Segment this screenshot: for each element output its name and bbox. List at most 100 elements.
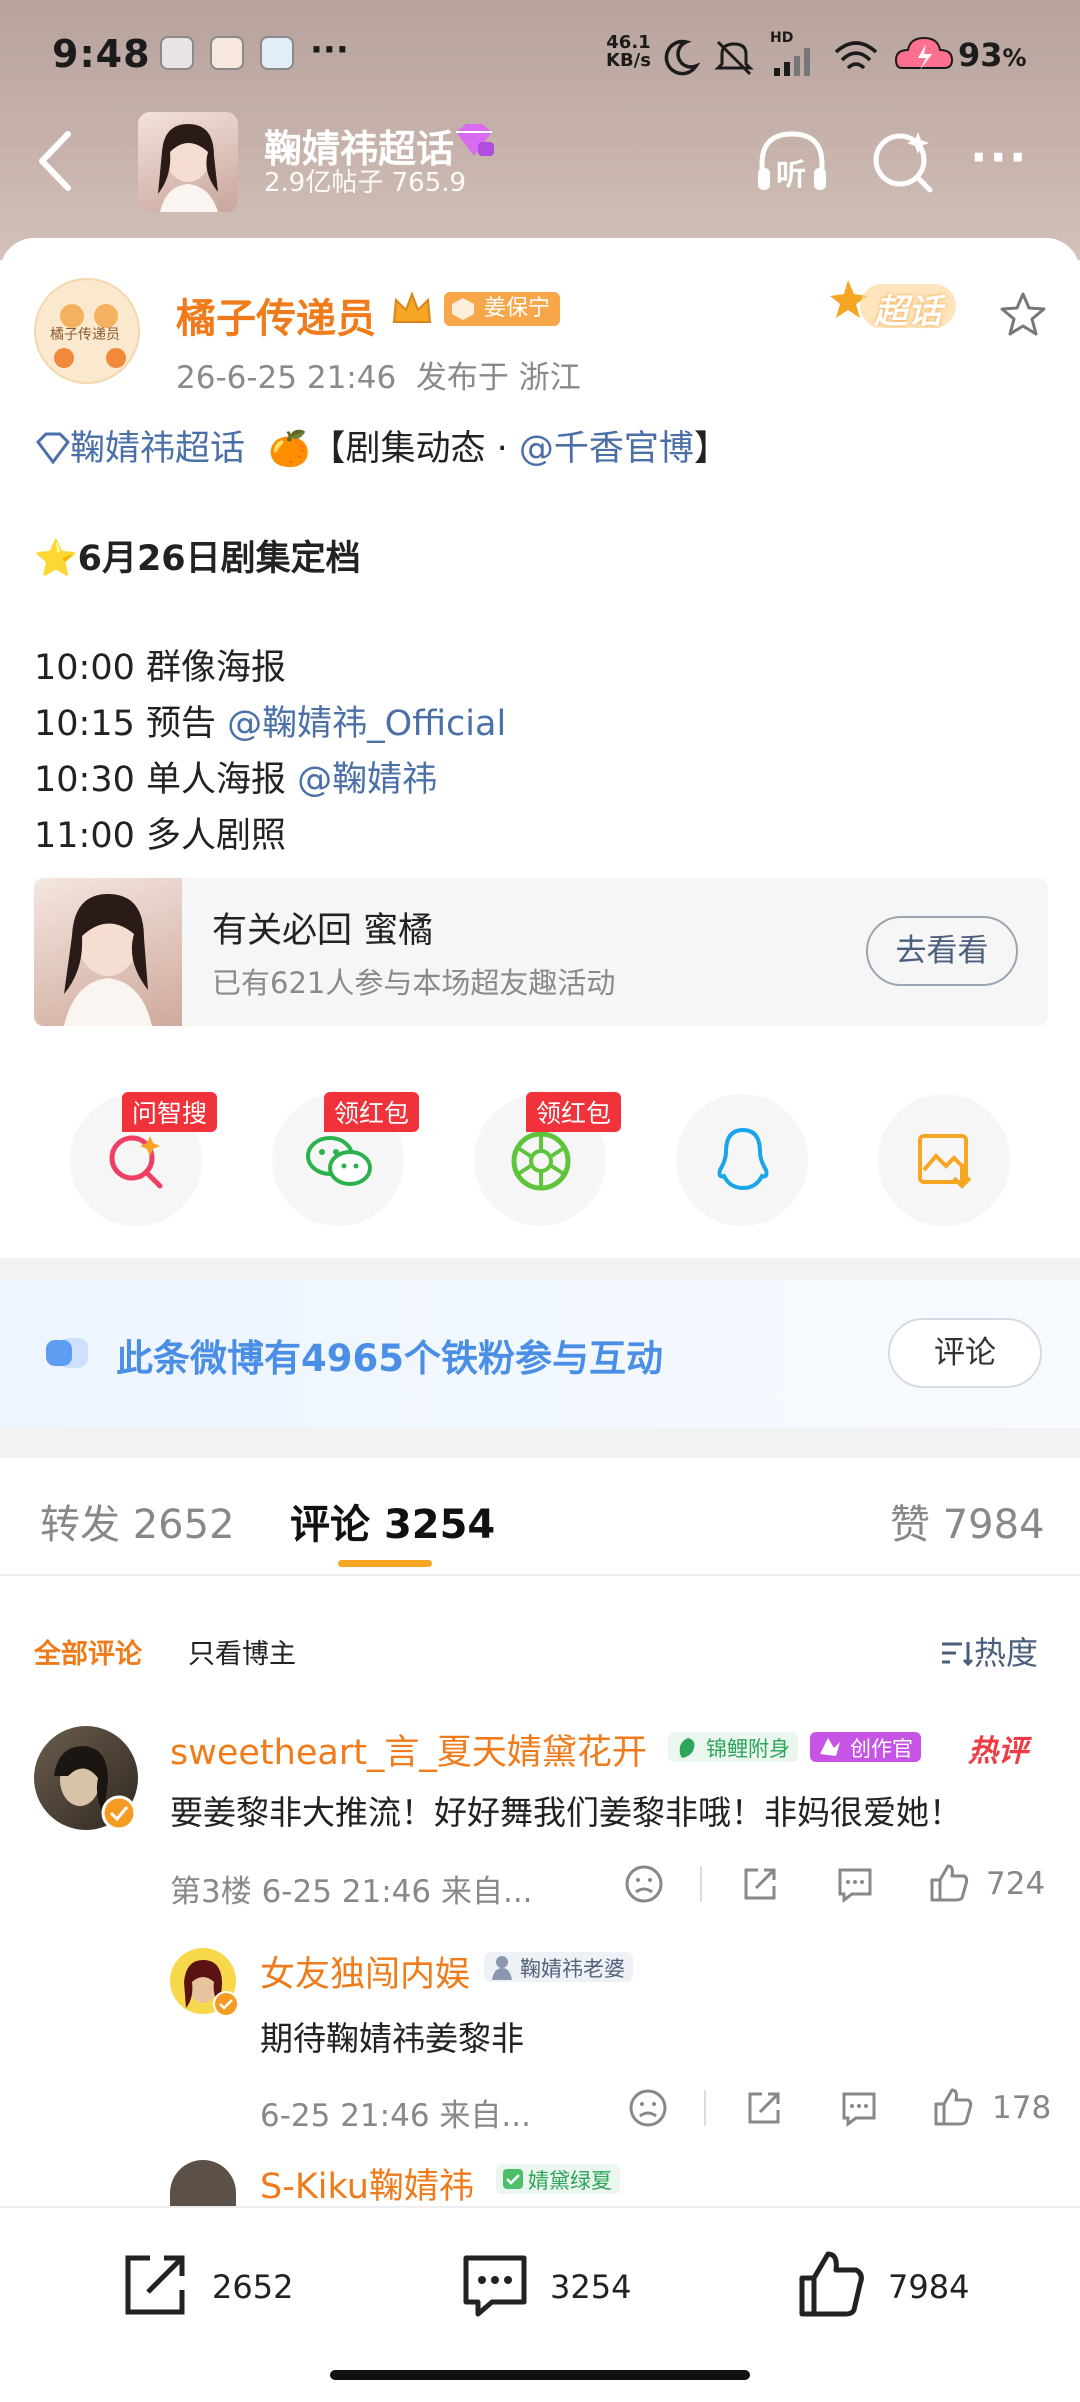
repost-icon <box>125 2255 185 2315</box>
listen-button[interactable]: 听 <box>754 128 830 198</box>
post-meta: 26-6-25 21:46 发布于 浙江 <box>176 360 581 396</box>
schedule-text: 预告 <box>146 704 217 744</box>
reply-reply-icon[interactable] <box>838 2088 880 2128</box>
topic-avatar-portrait <box>158 124 218 212</box>
post-line-2-text: 6月26日剧集定档 <box>77 539 361 579</box>
filter-author-only[interactable]: 只看博主 <box>188 1632 296 1671</box>
home-indicator[interactable] <box>330 2370 750 2380</box>
more-menu-icon[interactable]: ··· <box>970 130 1028 184</box>
qq-icon <box>717 1127 769 1191</box>
reply-tag-label: 婧黛绿夏 <box>528 2169 612 2193</box>
super-topic-diamond-icon <box>36 432 70 465</box>
comment-share-icon[interactable] <box>740 1864 780 1904</box>
schedule-mention-link[interactable]: @鞠婧祎 <box>297 760 437 800</box>
share-qq[interactable] <box>676 1094 808 1226</box>
fan-badge-label: 姜保宁 <box>484 296 551 321</box>
share-save-image[interactable] <box>878 1094 1010 1226</box>
comment-reply-icon[interactable] <box>834 1864 876 1904</box>
schedule-item: 10:00 群像海报 <box>34 640 506 696</box>
tab-repost-count: 2652 <box>132 1502 235 1548</box>
listen-label: 听 <box>776 158 806 193</box>
avatar-text: 橘子传递员 <box>50 327 120 343</box>
post-line-1-text: 【剧集动态 · <box>310 429 519 469</box>
topic-link[interactable]: 鞠婧祎超话 <box>70 429 245 469</box>
fan-interaction-banner: 此条微博有4965个铁粉参与互动 评论 <box>0 1280 1080 1428</box>
tab-comment[interactable]: 评论 3254 <box>290 1492 495 1550</box>
reply-tag-label: 鞠婧祎老婆 <box>520 1957 625 1981</box>
schedule-time: 10:30 <box>34 760 135 800</box>
section-divider <box>0 1428 1080 1458</box>
share-badge: 领红包 <box>526 1092 622 1132</box>
back-arrow-icon[interactable] <box>34 128 78 194</box>
official-mention-link[interactable]: @千香官博 <box>519 429 694 469</box>
bottom-comment-count: 3254 <box>550 2268 632 2306</box>
comment-text: 要姜黎非大推流！好好舞我们姜黎非哦！非妈很爱她！ <box>170 1793 962 1832</box>
fan-comment-button[interactable]: 评论 <box>888 1318 1042 1388</box>
super-topic-badge: 超话 <box>830 270 970 344</box>
post-line-2: ⭐6月26日剧集定档 <box>34 530 361 581</box>
dislike-icon[interactable] <box>628 2088 668 2128</box>
schedule-mention-link[interactable]: @鞠婧祎_Official <box>227 704 506 744</box>
activity-subtitle: 已有621人参与本场超友趣活动 <box>212 966 616 1000</box>
mi-app-icon <box>210 36 244 70</box>
cloud-app-icon <box>260 36 294 70</box>
section-divider <box>0 1258 1080 1280</box>
comment-tag: 锦鲤附身 <box>668 1732 798 1762</box>
reply-author[interactable]: S-Kiku鞠婧祎 <box>260 2158 474 2209</box>
favorite-star-icon[interactable] <box>998 290 1048 338</box>
share-badge: 问智搜 <box>122 1092 218 1132</box>
tab-comment-count: 3254 <box>383 1502 496 1548</box>
sort-hot-button[interactable]: 热度 <box>940 1628 1038 1674</box>
tab-like[interactable]: 赞 7984 <box>890 1492 1045 1550</box>
post-line-1: 鞠婧祎超话 🍊【剧集动态 · @千香官博】 <box>34 420 729 471</box>
do-not-disturb-icon <box>664 39 700 76</box>
green-check-icon <box>503 2169 523 2189</box>
fan-group-icon <box>492 1956 512 1980</box>
tab-comment-label: 评论 <box>290 1502 370 1548</box>
sort-icon <box>942 1642 974 1667</box>
creator-tag-label: 创作官 <box>850 1737 913 1761</box>
creator-tag: 创作官 <box>810 1732 921 1762</box>
topic-avatar[interactable] <box>138 112 238 212</box>
battery-charging-icon <box>894 36 954 70</box>
reply-like-icon[interactable] <box>932 2086 974 2128</box>
author-avatar[interactable]: 橘子传递员 <box>34 278 140 384</box>
comment-like-count: 724 <box>986 1866 1046 1902</box>
reply-meta: 6-25 21:46 来自... <box>260 2098 531 2134</box>
reply-author[interactable]: 女友独闯内娱 <box>260 1946 470 1997</box>
star-emoji-icon: ⭐ <box>34 539 78 579</box>
activity-go-button[interactable]: 去看看 <box>866 916 1018 986</box>
reply-share-icon[interactable] <box>744 2088 784 2128</box>
tab-repost[interactable]: 转发 2652 <box>40 1492 235 1550</box>
activity-portrait <box>64 894 152 1026</box>
tab-like-count: 7984 <box>942 1502 1045 1548</box>
schedule-text: 群像海报 <box>146 648 287 688</box>
reply-tag: 婧黛绿夏 <box>496 2164 620 2194</box>
network-speed-unit: KB/s <box>606 50 651 71</box>
comment-tag-label: 锦鲤附身 <box>706 1737 790 1761</box>
hot-comment-label: 热评 <box>968 1734 1028 1769</box>
comment-author[interactable]: sweetheart_言_夏天婧黛花开 <box>170 1724 647 1775</box>
bottom-repost-count: 2652 <box>212 2268 294 2306</box>
author-name[interactable]: 橘子传递员 <box>176 286 376 344</box>
app-notification-icon <box>160 36 194 70</box>
search-icon[interactable] <box>870 128 936 194</box>
topic-level-gem-icon <box>456 124 494 156</box>
activity-thumbnail <box>34 878 182 1026</box>
verified-badge-icon <box>213 1991 239 2017</box>
activity-card[interactable]: 有关必回 蜜橘 已有621人参与本场超友趣活动 去看看 <box>34 878 1048 1026</box>
wifi-icon <box>834 41 878 70</box>
network-speed: 46.1 KB/s <box>606 34 651 70</box>
comment-icon <box>463 2255 527 2317</box>
battery-level: 93% <box>958 36 1027 74</box>
cell-signal-icon <box>774 48 810 76</box>
tab-repost-label: 转发 <box>40 1502 120 1548</box>
activity-title: 有关必回 蜜橘 <box>212 911 434 951</box>
dislike-icon[interactable] <box>624 1864 664 1904</box>
filter-all-comments[interactable]: 全部评论 <box>34 1632 142 1671</box>
crown-badge-icon <box>392 291 432 323</box>
topic-subtitle: 2.9亿帖子 765.9 <box>264 168 467 198</box>
comment-like-icon[interactable] <box>928 1862 970 1904</box>
reply-avatar[interactable] <box>170 2160 236 2210</box>
save-image-icon <box>918 1134 972 1189</box>
